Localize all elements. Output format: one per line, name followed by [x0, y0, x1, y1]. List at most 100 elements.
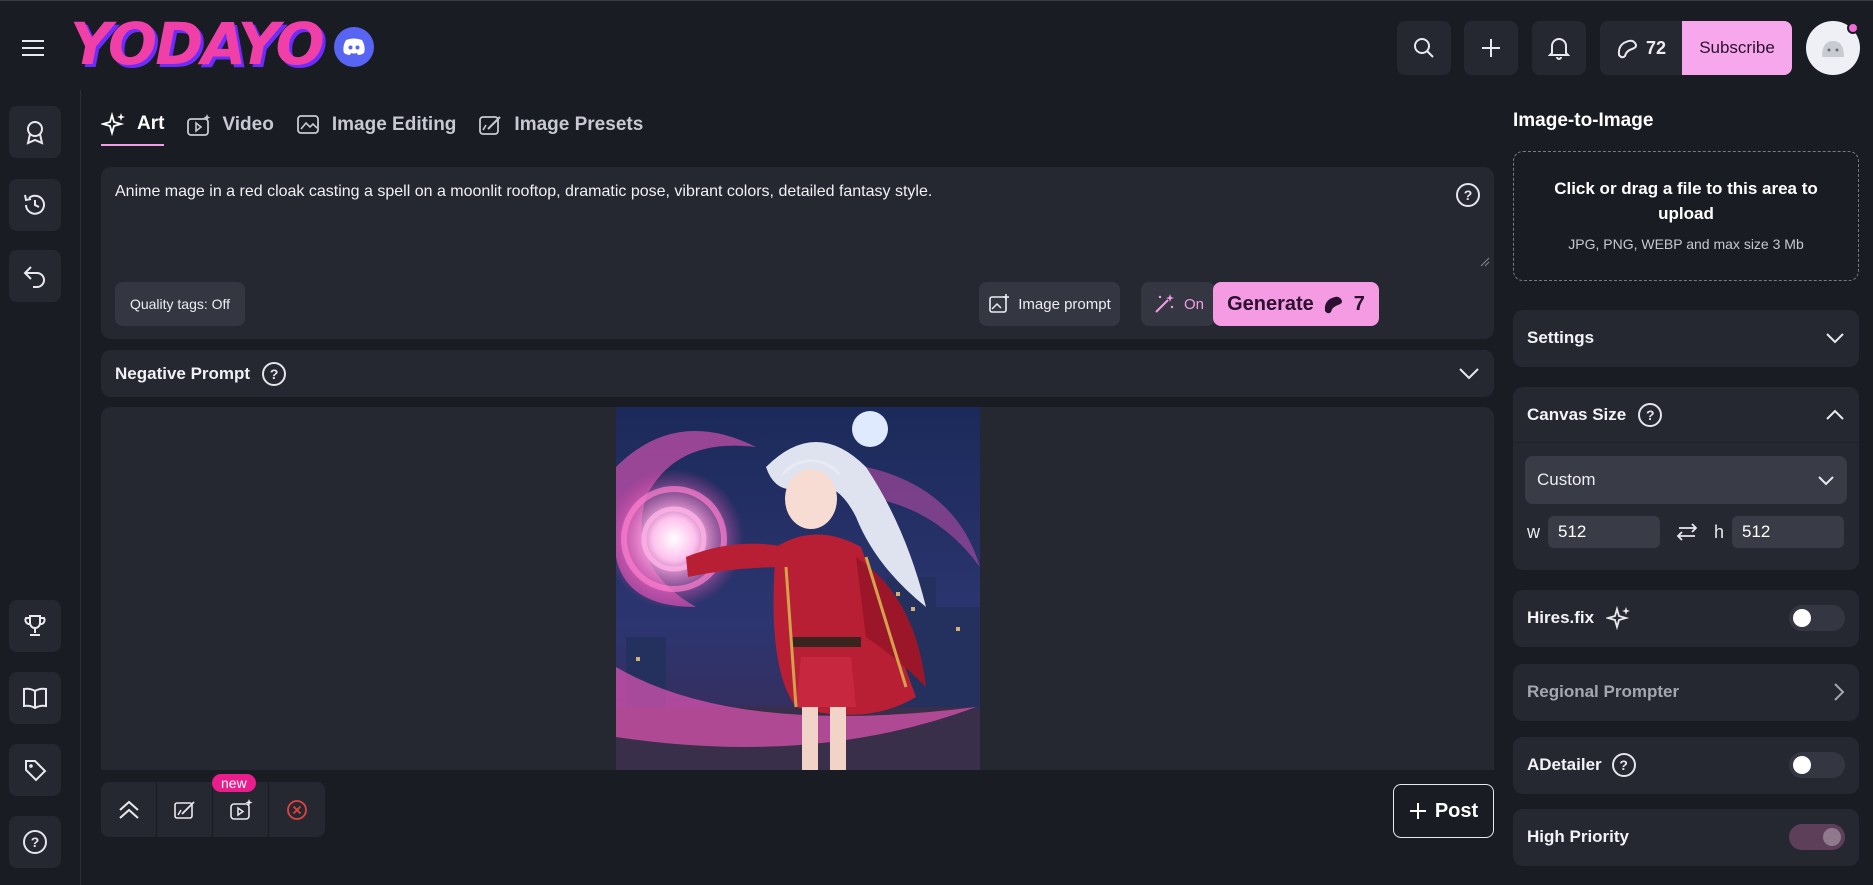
- cancel-button[interactable]: [269, 782, 325, 837]
- rail-help-button[interactable]: ?: [9, 816, 61, 868]
- discord-icon[interactable]: [334, 27, 374, 67]
- settings-label: Settings: [1527, 328, 1595, 347]
- prompt-help-icon[interactable]: ?: [1456, 183, 1480, 207]
- menu-icon[interactable]: [14, 34, 52, 62]
- regional-prompter-label: Regional Prompter: [1527, 682, 1680, 701]
- avatar[interactable]: [1806, 21, 1860, 75]
- quality-tags-button[interactable]: Quality tags: Off: [115, 282, 245, 326]
- regional-prompter-card[interactable]: Regional Prompter: [1513, 664, 1859, 721]
- upload-title: Click or drag a file to this area to upl…: [1554, 179, 1818, 223]
- tab-art[interactable]: Art: [101, 108, 165, 146]
- plus-icon: [1482, 39, 1500, 57]
- canvas-size-help-icon[interactable]: ?: [1638, 402, 1663, 427]
- left-rail: ?: [0, 90, 81, 885]
- rail-trophy-button[interactable]: [9, 600, 61, 652]
- history-icon: [24, 194, 45, 215]
- image-prompt-button[interactable]: Image prompt: [979, 282, 1120, 326]
- image-to-image-title: Image-to-Image: [1513, 110, 1654, 131]
- hires-fix-label: Hires.fix: [1527, 608, 1595, 627]
- rail-tags-button[interactable]: [9, 744, 61, 796]
- generated-image[interactable]: [616, 407, 980, 770]
- bean-icon: [1617, 39, 1637, 59]
- book-icon: [23, 687, 47, 709]
- trophy-icon: [24, 615, 46, 636]
- height-input[interactable]: 512: [1732, 516, 1845, 548]
- chevron-down-icon[interactable]: [1458, 367, 1480, 381]
- notification-dot: [1847, 22, 1859, 34]
- collapse-up-button[interactable]: [101, 782, 157, 837]
- subscribe-button[interactable]: Subscribe: [1682, 21, 1792, 75]
- chevron-down-icon: [1818, 475, 1834, 485]
- hires-fix-toggle[interactable]: [1789, 605, 1845, 631]
- new-badge: new: [212, 774, 256, 792]
- sparkles-icon: [101, 111, 125, 137]
- settings-card[interactable]: Settings: [1513, 310, 1859, 367]
- generate-cost: 7: [1353, 292, 1365, 315]
- adetailer-label: ADetailer: [1527, 755, 1602, 774]
- canvas-preset-select[interactable]: Custom: [1525, 456, 1847, 504]
- upload-hint: JPG, PNG, WEBP and max size 3 Mb: [1568, 236, 1804, 252]
- image-edit-icon: [173, 800, 195, 819]
- double-chevron-up-icon: [118, 800, 139, 819]
- plus-icon: [1409, 803, 1426, 819]
- adetailer-help-icon[interactable]: ?: [1611, 753, 1636, 777]
- search-button[interactable]: [1397, 21, 1451, 75]
- hires-fix-card: Hires.fix: [1513, 590, 1859, 647]
- height-label: h: [1714, 521, 1725, 542]
- close-circle-icon: [287, 799, 307, 820]
- credits-button[interactable]: 72: [1600, 21, 1682, 75]
- rail-guide-button[interactable]: [9, 672, 61, 724]
- bottom-toolbar: [101, 782, 325, 837]
- image-prompt-label: Image prompt: [1018, 295, 1111, 313]
- enhance-state: On: [1183, 295, 1204, 313]
- enhance-toggle[interactable]: On: [1141, 282, 1215, 326]
- create-button[interactable]: [1464, 21, 1518, 75]
- rail-back-button[interactable]: [9, 250, 61, 302]
- adetailer-card: ADetailer ?: [1513, 737, 1859, 794]
- video-sparkle-icon: [187, 114, 211, 136]
- canvas-preset-value: Custom: [1537, 470, 1596, 489]
- post-button[interactable]: Post: [1393, 784, 1494, 838]
- bell-icon: [1548, 38, 1570, 60]
- canvas-size-label: Canvas Size: [1527, 404, 1627, 424]
- tab-image-presets[interactable]: Image Presets: [478, 108, 643, 146]
- image-plus-icon: [989, 294, 1010, 313]
- high-priority-toggle[interactable]: [1789, 824, 1845, 850]
- notifications-button[interactable]: [1532, 21, 1586, 75]
- toggle-knob: [1793, 756, 1811, 774]
- upload-dropzone[interactable]: Click or drag a file to this area to upl…: [1513, 151, 1859, 281]
- rail-history-button[interactable]: [9, 179, 61, 231]
- yodayo-logo[interactable]: YODAYO: [70, 15, 325, 73]
- chevron-down-icon: [1826, 333, 1844, 344]
- tab-art-label: Art: [137, 113, 165, 134]
- canvas-size-card: Canvas Size ? Custom w 512 h 512: [1513, 387, 1859, 570]
- high-priority-card: High Priority: [1513, 809, 1859, 866]
- prompt-input[interactable]: Anime mage in a red cloak casting a spel…: [115, 183, 932, 201]
- avatar-icon: [1822, 41, 1844, 57]
- result-canvas: [101, 407, 1494, 770]
- swap-icon[interactable]: [1676, 522, 1698, 542]
- canvas-size-header[interactable]: Canvas Size ?: [1513, 387, 1859, 443]
- tab-image-editing[interactable]: Image Editing: [296, 108, 456, 146]
- tab-image-presets-label: Image Presets: [514, 114, 644, 135]
- mode-tabs: Art Video Image Editing Image Presets: [101, 108, 643, 148]
- tab-video-label: Video: [222, 114, 274, 135]
- high-priority-label: High Priority: [1527, 827, 1630, 846]
- bean-icon: [1324, 296, 1342, 314]
- width-input[interactable]: 512: [1548, 516, 1660, 548]
- negative-prompt-bar[interactable]: Negative Prompt ?: [101, 350, 1494, 397]
- adetailer-toggle[interactable]: [1789, 752, 1845, 778]
- tab-video[interactable]: Video: [186, 108, 274, 146]
- generate-button[interactable]: Generate 7: [1213, 282, 1379, 326]
- rail-rewards-button[interactable]: [9, 106, 61, 158]
- chevron-right-icon: [1834, 683, 1845, 701]
- video-sparkle-icon: [229, 798, 252, 820]
- negative-prompt-help-icon[interactable]: ?: [262, 361, 287, 386]
- top-bar: YODAYO 72 Subscribe: [0, 0, 1873, 90]
- undo-icon: [23, 266, 45, 288]
- tag-icon: [25, 760, 47, 782]
- resize-handle-icon[interactable]: [1480, 257, 1490, 267]
- negative-prompt-label: Negative Prompt: [115, 363, 251, 383]
- edit-image-button[interactable]: [157, 782, 213, 837]
- credits-count: 72: [1645, 37, 1667, 58]
